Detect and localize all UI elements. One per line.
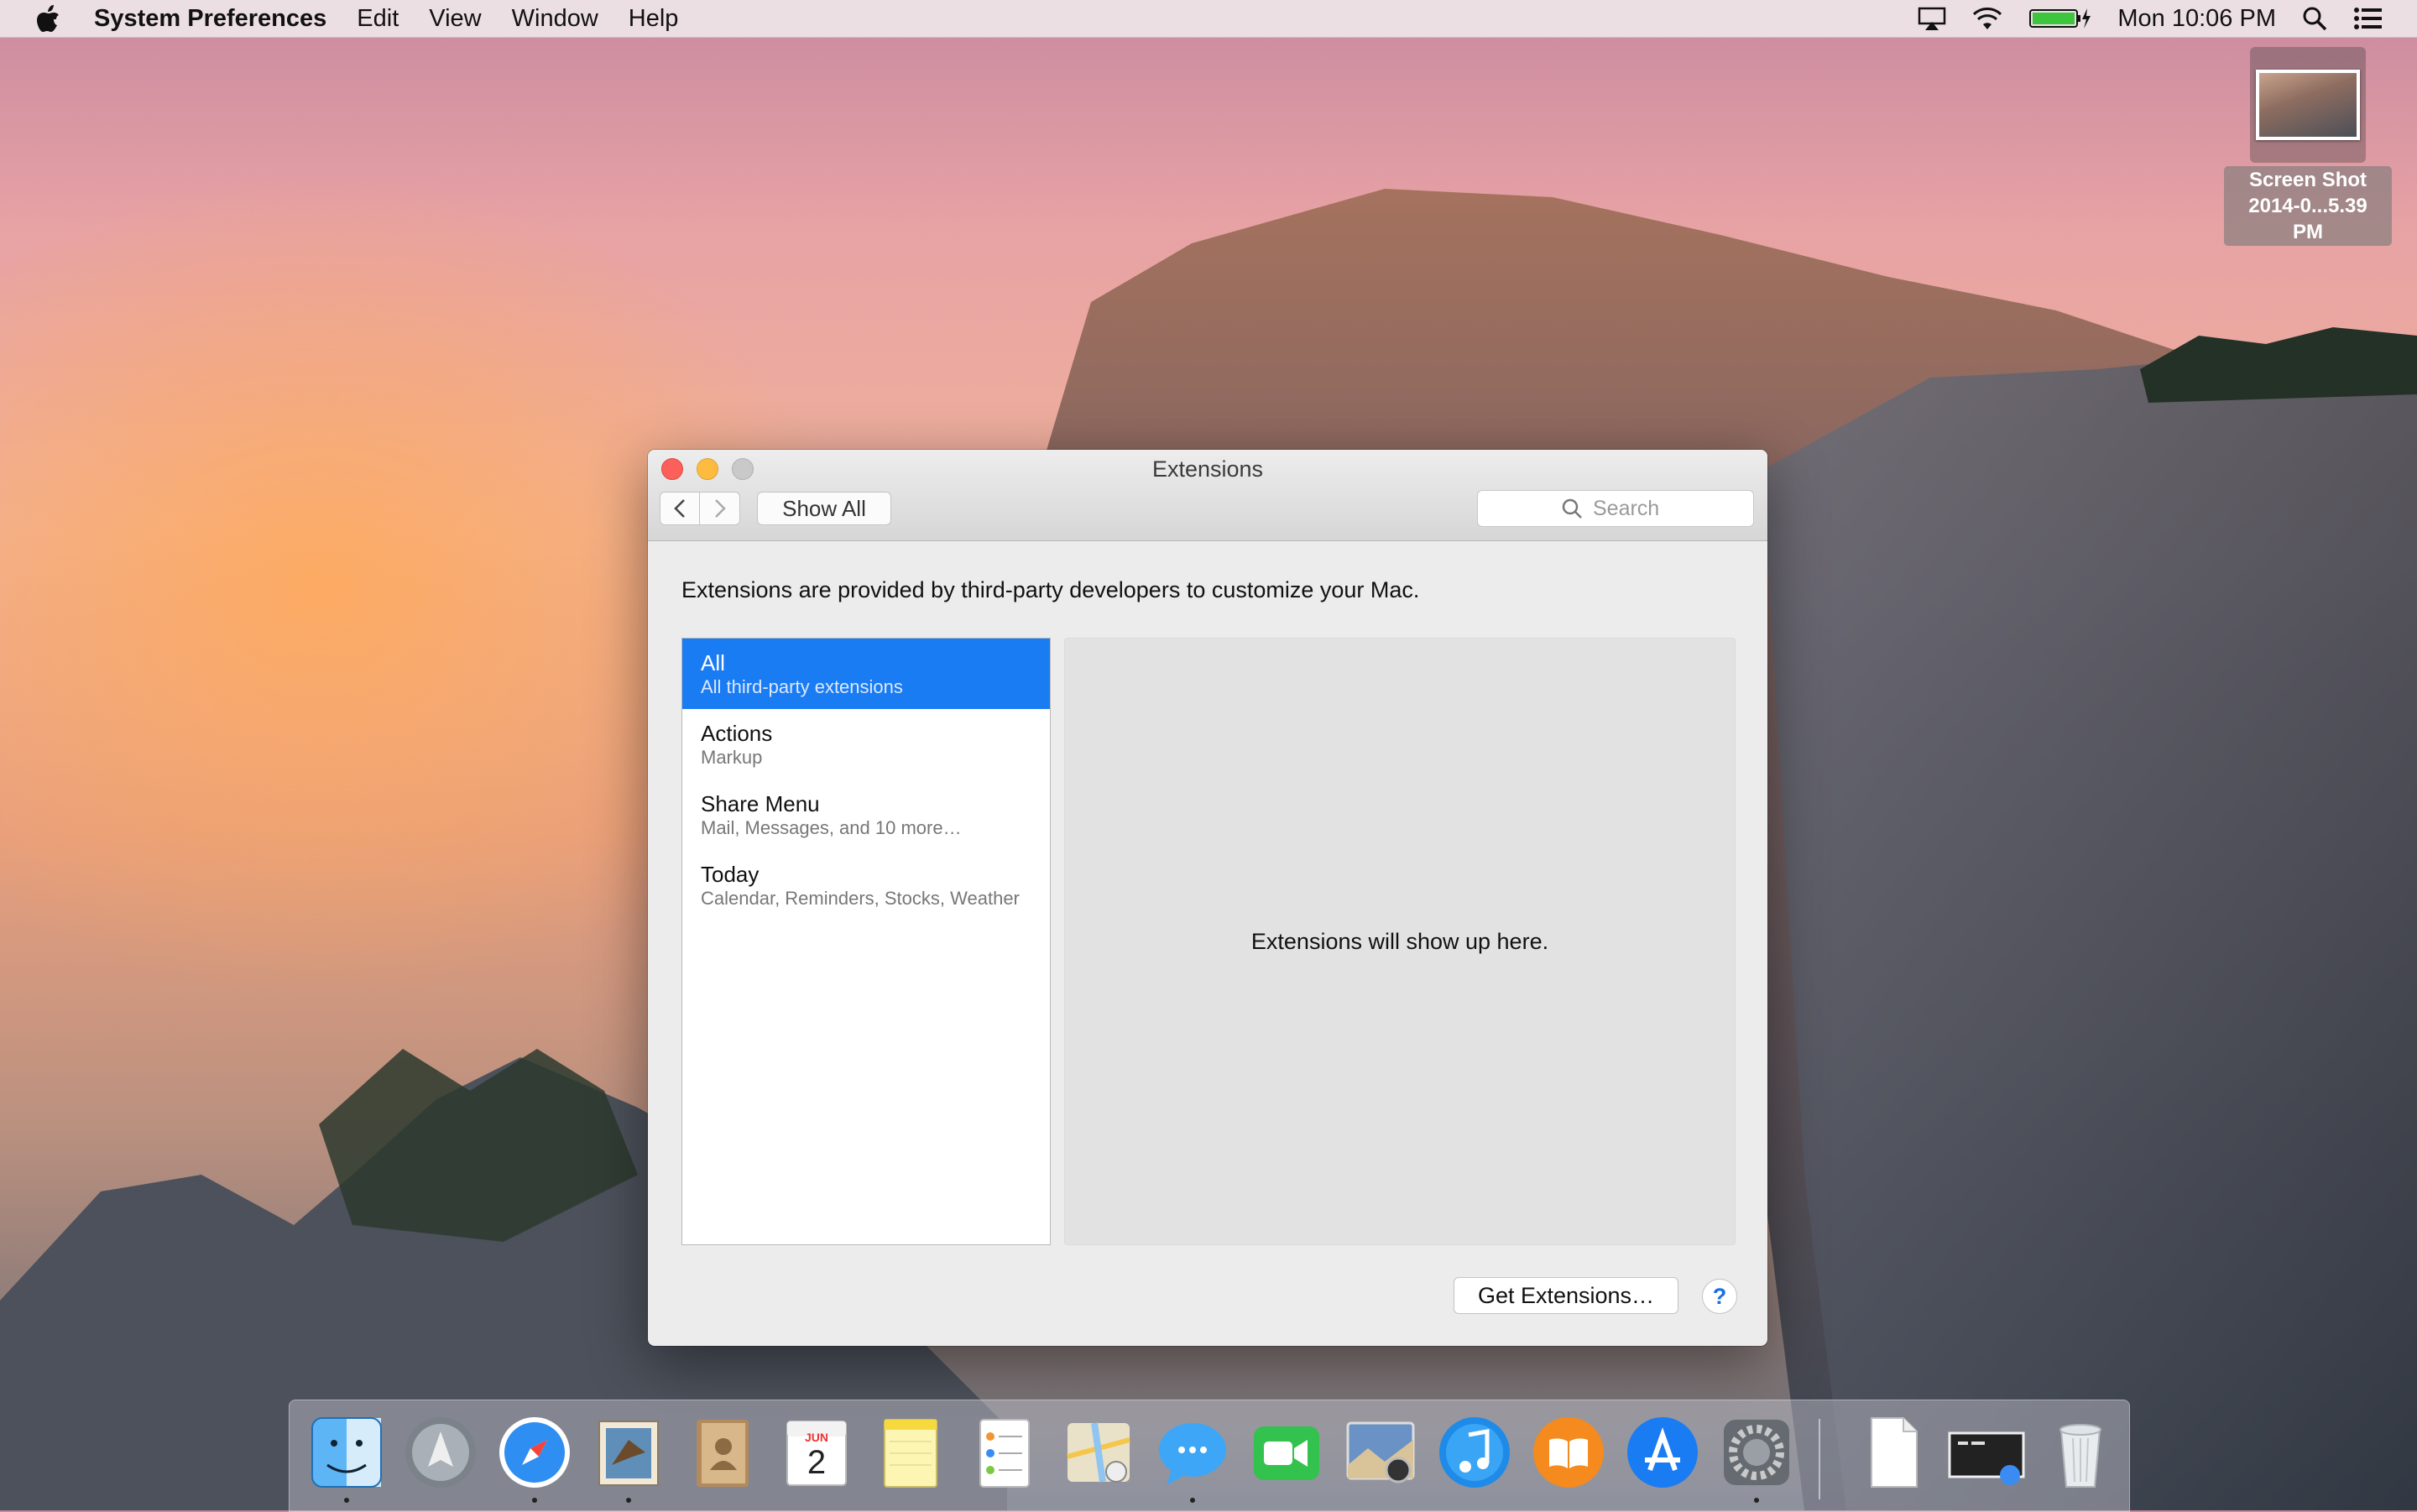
category-name: Share Menu <box>701 791 820 816</box>
dock-finder-icon[interactable] <box>306 1412 387 1493</box>
search-icon <box>1562 498 1582 519</box>
window-toolbar: Extensions Show All <box>648 450 1767 541</box>
extension-detail-pane: Extensions will show up here. <box>1064 638 1736 1245</box>
apple-menu-icon[interactable] <box>34 3 64 34</box>
category-name: Today <box>701 862 760 887</box>
wifi-icon[interactable] <box>1971 6 2003 31</box>
search-field[interactable] <box>1477 490 1754 527</box>
extensions-window: Extensions Show All Extensions are provi… <box>648 450 1767 1346</box>
dock-separator <box>1819 1419 1820 1499</box>
screenshot-thumbnail <box>2250 47 2366 163</box>
category-description: All third-party extensions <box>701 676 903 697</box>
dock-itunes-icon[interactable] <box>1434 1412 1515 1493</box>
chevron-right-icon <box>714 499 726 518</box>
dock-facetime-icon[interactable] <box>1246 1412 1327 1493</box>
show-all-button[interactable]: Show All <box>757 492 891 525</box>
spotlight-icon[interactable] <box>2301 5 2328 32</box>
calendar-month: JUN <box>804 1431 828 1444</box>
category-description: Markup <box>701 747 763 768</box>
category-today[interactable]: Today Calendar, Reminders, Stocks, Weath… <box>682 850 1050 920</box>
menu-view[interactable]: View <box>429 5 481 33</box>
running-indicator <box>344 1498 349 1503</box>
category-name: All <box>701 650 725 675</box>
menu-clock[interactable]: Mon 10:06 PM <box>2117 5 2276 33</box>
dock: JUN 2 <box>289 1400 2130 1512</box>
extension-category-list: All All third-party extensions Actions M… <box>681 638 1051 1245</box>
running-indicator <box>532 1498 537 1503</box>
menu-edit[interactable]: Edit <box>357 5 399 33</box>
chevron-left-icon <box>674 499 685 518</box>
menu-app-name[interactable]: System Preferences <box>94 5 326 33</box>
window-title: Extensions <box>1151 456 1264 482</box>
running-indicator <box>1190 1498 1195 1503</box>
forward-button[interactable] <box>700 492 740 525</box>
dock-launchpad-icon[interactable] <box>400 1412 481 1493</box>
category-name: Actions <box>701 721 773 746</box>
dock-messages-icon[interactable] <box>1152 1412 1233 1493</box>
category-description: Mail, Messages, and 10 more… <box>701 817 962 838</box>
battery-icon[interactable] <box>2028 6 2092 31</box>
help-button[interactable]: ? <box>1702 1279 1737 1314</box>
running-indicator <box>626 1498 631 1503</box>
intro-text: Extensions are provided by third-party d… <box>681 577 1420 602</box>
category-all[interactable]: All All third-party extensions <box>682 639 1050 709</box>
search-input[interactable] <box>1591 495 1670 522</box>
airplay-icon[interactable] <box>1918 6 1946 31</box>
get-extensions-button[interactable]: Get Extensions… <box>1454 1277 1678 1314</box>
dock-ibooks-icon[interactable] <box>1528 1412 1609 1493</box>
category-share-menu[interactable]: Share Menu Mail, Messages, and 10 more… <box>682 779 1050 850</box>
category-actions[interactable]: Actions Markup <box>682 709 1050 779</box>
menu-bar: System Preferences Edit View Window Help… <box>0 0 2417 38</box>
dock-safari-icon[interactable] <box>494 1412 575 1493</box>
desktop-file-label: Screen Shot 2014-0...5.39 PM <box>2224 166 2392 246</box>
desktop-file-screenshot[interactable]: Screen Shot 2014-0...5.39 PM <box>2224 47 2392 246</box>
dock-system-preferences-icon[interactable] <box>1716 1412 1797 1493</box>
dock-document-icon[interactable] <box>1852 1412 1933 1493</box>
category-description: Calendar, Reminders, Stocks, Weather <box>701 888 1020 909</box>
desktop-file-name-line2: 2014-0...5.39 PM <box>2248 195 2367 243</box>
running-indicator <box>1754 1498 1759 1503</box>
dock-notes-icon[interactable] <box>870 1412 951 1493</box>
dock-trash-icon[interactable] <box>2040 1412 2121 1493</box>
dock-mail-icon[interactable] <box>588 1412 669 1493</box>
dock-maps-icon[interactable] <box>1058 1412 1139 1493</box>
dock-screenshot-stack-icon[interactable] <box>1946 1412 2027 1493</box>
menu-help[interactable]: Help <box>629 5 679 33</box>
dock-contacts-icon[interactable] <box>682 1412 763 1493</box>
empty-state-message: Extensions will show up here. <box>1250 928 1549 954</box>
menu-window[interactable]: Window <box>512 5 598 33</box>
dock-reminders-icon[interactable] <box>964 1412 1045 1493</box>
calendar-day: 2 <box>807 1444 827 1481</box>
desktop-file-name-line1: Screen Shot <box>2248 169 2367 191</box>
notification-center-icon[interactable] <box>2353 7 2383 30</box>
dock-calendar-icon[interactable]: JUN 2 <box>776 1412 857 1493</box>
back-button[interactable] <box>660 492 700 525</box>
dock-photo-booth-icon[interactable] <box>1340 1412 1421 1493</box>
dock-app-store-icon[interactable] <box>1622 1412 1703 1493</box>
